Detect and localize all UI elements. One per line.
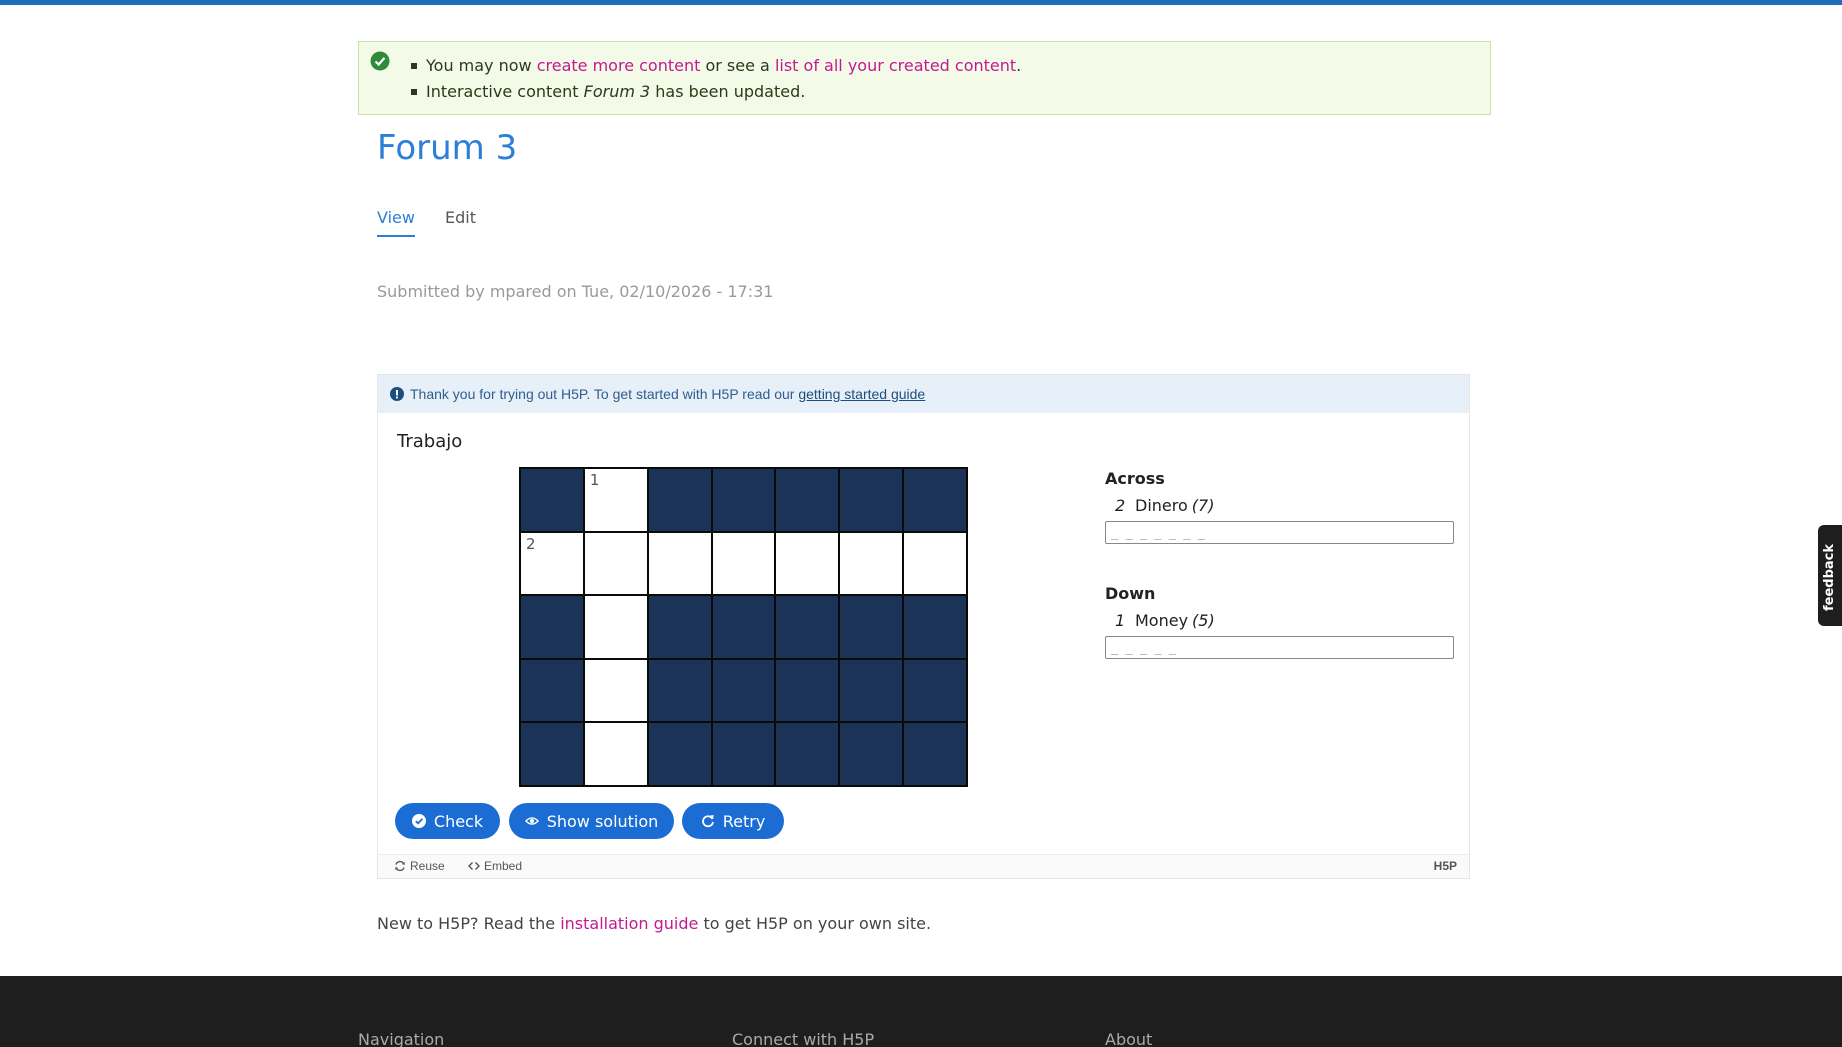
crossword-cell-blocked [904, 469, 966, 531]
crossword-cell-blocked [712, 723, 775, 785]
crossword-cell-open[interactable] [584, 596, 647, 658]
retry-icon [701, 815, 714, 828]
crossword-cell-blocked [521, 723, 583, 785]
clue-length: (5) [1192, 611, 1215, 630]
status-message-box: You may now create more content or see a… [358, 41, 1491, 115]
down-heading: Down [1105, 584, 1156, 603]
crossword-clues: Across 2 Dinero(7) Down 1 Money(5) [1105, 469, 1455, 659]
clue-text: Money [1135, 611, 1189, 630]
show-solution-button[interactable]: Show solution [509, 803, 674, 839]
create-more-content-link[interactable]: create more content [537, 56, 701, 75]
top-accent-bar [0, 0, 1842, 5]
crossword-cell-blocked [776, 659, 839, 722]
h5p-notice-bar: Thank you for trying out H5P. To get sta… [378, 375, 1469, 413]
check-button[interactable]: Check [395, 803, 500, 839]
notice-text: Thank you for trying out H5P. To get sta… [410, 386, 926, 402]
crossword-cell-blocked [712, 596, 775, 658]
crossword-cell-open[interactable] [776, 532, 839, 595]
footer-about-heading: About [1105, 1030, 1153, 1047]
across-clue: 2 Dinero (7) [1105, 496, 1455, 515]
crossword-cell-blocked [840, 596, 903, 658]
down-clue: 1 Money (5) [1105, 611, 1455, 630]
crossword-cell-blocked [521, 596, 583, 658]
status-message-list: You may now create more content or see a… [411, 53, 1021, 105]
code-icon [468, 862, 480, 870]
embed-button[interactable]: Embed [468, 859, 522, 873]
crossword-cell-blocked [648, 596, 711, 658]
eye-icon [524, 817, 539, 825]
new-to-h5p-text: New to H5P? Read the installation guide … [377, 914, 932, 933]
crossword-cell-open[interactable] [840, 532, 903, 595]
crossword-cell-open[interactable]: 1 [584, 469, 647, 531]
crossword-cell-open[interactable] [584, 659, 647, 722]
crossword-cell-blocked [712, 659, 775, 722]
crossword-cell-blocked [776, 596, 839, 658]
crossword-cell-blocked [776, 723, 839, 785]
footer-connect-heading: Connect with H5P [732, 1030, 875, 1047]
site-footer: Navigation Connect with H5P About [0, 976, 1842, 1047]
clue-number: 1 [1115, 611, 1126, 630]
crossword-cell-open[interactable] [648, 532, 711, 595]
page-title: Forum 3 [377, 128, 518, 168]
retry-button[interactable]: Retry [682, 803, 784, 839]
status-message-1: You may now create more content or see a… [411, 53, 1021, 79]
check-circle-icon [411, 814, 426, 828]
reuse-button[interactable]: Reuse [394, 859, 445, 873]
crossword-cell-blocked [712, 469, 775, 531]
crossword-cell-blocked [904, 723, 966, 785]
h5p-footer-bar: Reuse Embed H5P [378, 854, 1469, 878]
clue-length: (7) [1191, 496, 1215, 515]
down-answer-input[interactable] [1105, 636, 1454, 659]
footer-navigation-heading: Navigation [358, 1030, 445, 1047]
submitted-by-info: Submitted by mpared on Tue, 02/10/2026 -… [377, 282, 774, 301]
crossword-cell-blocked [840, 723, 903, 785]
crossword-cell-blocked [904, 659, 966, 722]
clue-text: Dinero [1135, 496, 1188, 515]
across-heading: Across [1105, 469, 1165, 488]
reuse-icon [395, 860, 405, 872]
crossword-cell-open[interactable] [584, 532, 647, 595]
crossword-cell-blocked [776, 469, 839, 531]
cell-number: 2 [526, 534, 536, 553]
crossword-cell-blocked [521, 659, 583, 722]
feedback-label: feedback [1822, 543, 1837, 611]
feedback-tab[interactable]: feedback [1818, 525, 1842, 626]
crossword-cell-blocked [648, 723, 711, 785]
crossword-cell-open[interactable] [584, 723, 647, 785]
crossword-cell-blocked [840, 659, 903, 722]
getting-started-guide-link[interactable]: getting started guide [798, 386, 925, 402]
crossword-grid: 12 [519, 467, 968, 787]
h5p-logo: H5P [1433, 859, 1457, 873]
crossword-cell-blocked [648, 469, 711, 531]
crossword-cell-open[interactable]: 2 [521, 532, 583, 595]
created-content-list-link[interactable]: list of all your created content [775, 56, 1016, 75]
crossword-cell-blocked [648, 659, 711, 722]
cell-number: 1 [589, 471, 600, 489]
h5p-content-frame: Thank you for trying out H5P. To get sta… [377, 374, 1470, 879]
exclamation-circle-icon [390, 387, 404, 401]
tab-edit[interactable]: Edit [445, 208, 476, 235]
crossword-cell-blocked [840, 469, 903, 531]
installation-guide-link[interactable]: installation guide [560, 914, 698, 933]
clue-number: 2 [1115, 496, 1126, 515]
crossword-title: Trabajo [397, 431, 463, 452]
crossword-cell-blocked [904, 596, 966, 658]
status-message-2: Interactive content Forum 3 has been upd… [411, 79, 1021, 105]
crossword-cell-blocked [521, 469, 583, 531]
check-circle-icon [370, 51, 390, 71]
across-answer-input[interactable] [1105, 521, 1454, 544]
content-name: Forum 3 [583, 82, 651, 101]
crossword-cell-open[interactable] [904, 532, 966, 595]
crossword-cell-open[interactable] [712, 532, 775, 595]
tab-view[interactable]: View [377, 208, 415, 237]
